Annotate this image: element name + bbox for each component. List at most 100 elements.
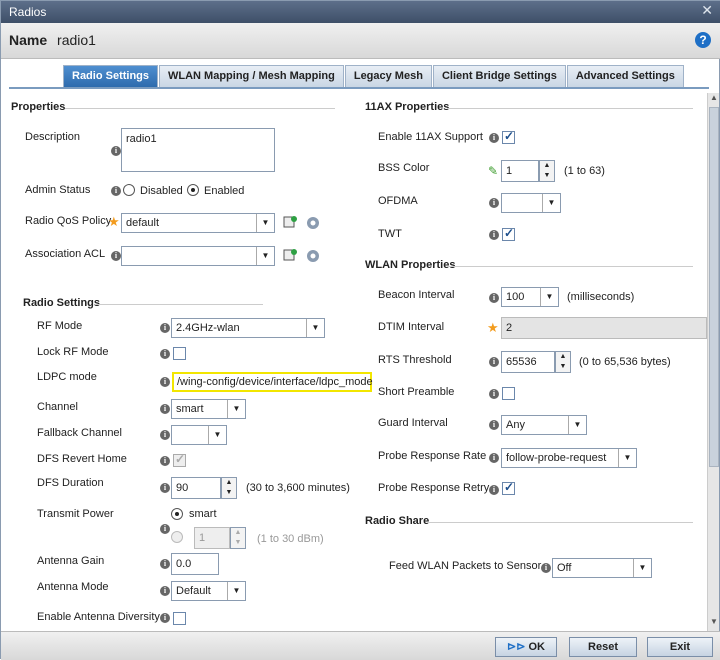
guard-interval-select[interactable]: Any ▼ bbox=[501, 415, 587, 435]
exit-button[interactable]: Exit bbox=[647, 637, 713, 657]
info-icon: i bbox=[160, 456, 170, 466]
beacon-interval-select[interactable]: 100 ▼ bbox=[501, 287, 559, 307]
chevron-down-icon: ▼ bbox=[208, 426, 226, 444]
name-bar: Name radio1 ? bbox=[1, 23, 720, 59]
scroll-down-icon[interactable]: ▼ bbox=[708, 617, 720, 629]
tab-legacy-mesh[interactable]: Legacy Mesh bbox=[344, 65, 432, 87]
probe-response-rate-value: follow-probe-request bbox=[506, 452, 607, 464]
tx-power-smart-label: smart bbox=[189, 508, 217, 520]
info-icon: i bbox=[160, 613, 170, 623]
tab-radio-settings[interactable]: Radio Settings bbox=[63, 65, 159, 87]
rts-threshold-input[interactable]: 65536 bbox=[501, 351, 555, 373]
help-icon[interactable]: ? bbox=[695, 32, 711, 48]
twt-checkbox[interactable] bbox=[502, 226, 515, 241]
title-bar: Radios ✕ bbox=[1, 1, 720, 23]
ok-button[interactable]: ⊳⊳ OK bbox=[495, 637, 557, 657]
create-acl-icon[interactable] bbox=[283, 248, 299, 264]
dialog-title: Radios bbox=[9, 5, 47, 19]
probe-response-rate-select[interactable]: follow-probe-request ▼ bbox=[501, 448, 637, 468]
edit-acl-gear-icon[interactable] bbox=[305, 248, 321, 264]
chevron-down-icon: ▼ bbox=[618, 449, 636, 467]
tab-advanced-settings[interactable]: Advanced Settings bbox=[566, 65, 684, 87]
antenna-diversity-checkbox[interactable] bbox=[173, 612, 186, 625]
info-icon: i bbox=[111, 251, 121, 261]
chevron-down-icon: ▼ bbox=[256, 214, 274, 232]
short-preamble-checkbox[interactable] bbox=[502, 387, 515, 400]
info-icon: i bbox=[160, 323, 170, 333]
association-acl-select[interactable]: ▼ bbox=[121, 246, 275, 266]
required-star-icon: ★ bbox=[487, 320, 499, 335]
ok-icon: ⊳⊳ bbox=[507, 641, 529, 653]
tab-wlan-mapping[interactable]: WLAN Mapping / Mesh Mapping bbox=[159, 65, 344, 87]
info-icon: i bbox=[489, 230, 499, 240]
divider bbox=[65, 108, 335, 109]
settings-panel: Properties Description i radio1 Admin St… bbox=[1, 91, 707, 631]
tab-client-bridge[interactable]: Client Bridge Settings bbox=[432, 65, 566, 87]
enable-11ax-checkbox[interactable] bbox=[502, 129, 515, 144]
rf-mode-select[interactable]: 2.4GHz-wlan ▼ bbox=[171, 318, 325, 338]
feed-wlan-label: Feed WLAN Packets to Sensor bbox=[389, 560, 542, 572]
tx-power-spinner[interactable]: ▲ ▼ bbox=[230, 527, 246, 549]
reset-button[interactable]: Reset bbox=[569, 637, 637, 657]
info-icon: i bbox=[489, 293, 499, 303]
tx-power-value-radio[interactable] bbox=[171, 531, 183, 543]
description-field[interactable]: radio1 bbox=[121, 128, 275, 172]
vertical-scrollbar[interactable]: ▲ ▼ bbox=[707, 93, 719, 631]
beacon-interval-label: Beacon Interval bbox=[378, 289, 455, 301]
tx-power-smart-radio[interactable] bbox=[171, 508, 183, 520]
radios-dialog: Radios ✕ Name radio1 ? Radio Settings WL… bbox=[0, 0, 720, 660]
create-policy-icon[interactable] bbox=[283, 215, 299, 231]
ofdma-select[interactable]: ▼ bbox=[501, 193, 561, 213]
info-icon: i bbox=[160, 349, 170, 359]
divider bbox=[95, 304, 263, 305]
fallback-channel-select[interactable]: ▼ bbox=[171, 425, 227, 445]
divider bbox=[427, 522, 693, 523]
antenna-gain-input[interactable]: 0.0 bbox=[171, 553, 219, 575]
scroll-up-icon[interactable]: ▲ bbox=[708, 93, 720, 105]
probe-response-retry-checkbox[interactable] bbox=[502, 480, 515, 495]
lock-rf-mode-checkbox[interactable] bbox=[173, 347, 186, 360]
ldpc-mode-label: LDPC mode bbox=[37, 371, 97, 383]
antenna-mode-select[interactable]: Default ▼ bbox=[171, 581, 246, 601]
dfs-revert-home-checkbox[interactable] bbox=[173, 452, 186, 467]
rf-mode-label: RF Mode bbox=[37, 320, 83, 332]
info-icon: i bbox=[160, 430, 170, 440]
admin-enabled-radio[interactable] bbox=[187, 184, 199, 196]
rts-threshold-hint: (0 to 65,536 bytes) bbox=[579, 356, 671, 368]
dfs-duration-spinner[interactable]: ▲ ▼ bbox=[221, 477, 237, 499]
ok-label: OK bbox=[528, 641, 546, 653]
info-icon: i bbox=[489, 389, 499, 399]
channel-select[interactable]: smart ▼ bbox=[171, 399, 246, 419]
feed-wlan-select[interactable]: Off ▼ bbox=[552, 558, 652, 578]
info-icon: i bbox=[489, 485, 499, 495]
info-icon: i bbox=[160, 586, 170, 596]
chevron-down-icon: ▼ bbox=[542, 194, 560, 212]
fallback-channel-label: Fallback Channel bbox=[37, 427, 122, 439]
info-icon: i bbox=[111, 186, 121, 196]
rts-threshold-spinner[interactable]: ▲ ▼ bbox=[555, 351, 571, 373]
dfs-duration-input[interactable]: 90 bbox=[171, 477, 221, 499]
tx-power-input[interactable]: 1 bbox=[194, 527, 230, 549]
wlan-section-title: WLAN Properties bbox=[365, 259, 456, 271]
antenna-diversity-label: Enable Antenna Diversity bbox=[37, 611, 160, 623]
admin-enabled-label: Enabled bbox=[204, 185, 245, 197]
close-icon[interactable]: ✕ bbox=[701, 2, 713, 19]
qos-policy-select[interactable]: default ▼ bbox=[121, 213, 275, 233]
radio-settings-section-title: Radio Settings bbox=[23, 297, 101, 309]
scrollbar-thumb[interactable] bbox=[709, 107, 719, 467]
bss-color-spinner[interactable]: ▲ ▼ bbox=[539, 160, 555, 182]
tab-underline bbox=[9, 87, 709, 89]
beacon-interval-hint: (milliseconds) bbox=[567, 291, 635, 303]
admin-disabled-label: Disabled bbox=[140, 185, 183, 197]
info-icon: i bbox=[111, 146, 121, 156]
antenna-gain-label: Antenna Gain bbox=[37, 555, 105, 567]
edit-policy-gear-icon[interactable] bbox=[305, 215, 321, 231]
admin-disabled-radio[interactable] bbox=[123, 184, 135, 196]
bss-color-input[interactable]: 1 bbox=[501, 160, 539, 182]
guard-interval-label: Guard Interval bbox=[378, 417, 448, 429]
dtim-interval-field[interactable]: 2 bbox=[501, 317, 707, 339]
feed-wlan-value: Off bbox=[557, 562, 572, 574]
tx-power-hint: (1 to 30 dBm) bbox=[257, 533, 324, 545]
radio-share-section-title: Radio Share bbox=[365, 515, 430, 527]
pencil-icon[interactable]: ✎ bbox=[488, 164, 498, 178]
